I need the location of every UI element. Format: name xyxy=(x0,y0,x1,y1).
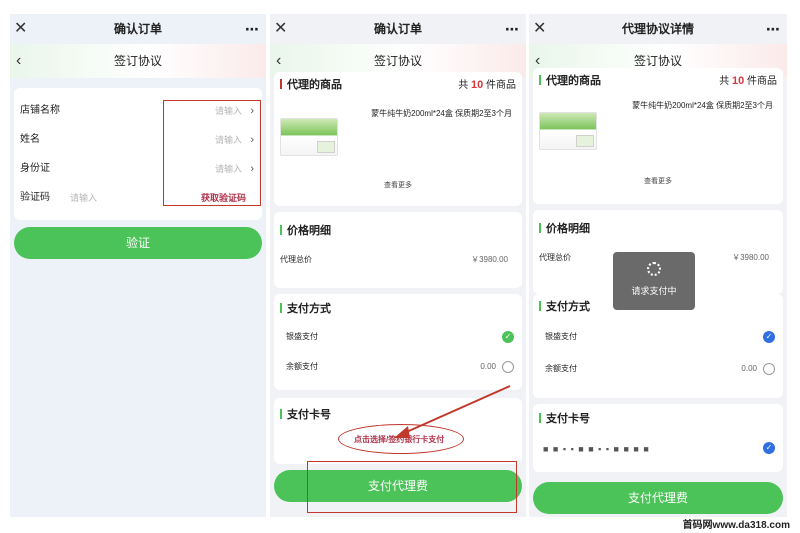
page-title: 确认订单 xyxy=(113,22,162,36)
sub-header: ‹ 签订协议 xyxy=(10,44,266,78)
watermark: 首码网www.da318.com xyxy=(682,520,790,531)
card-number-card: 支付卡号 ■ ■ ▪ ▪ ■ ■ ▪ ▪ ■ ■ ■ ■ ✓ xyxy=(533,404,783,472)
phone-screen-paying: ✕ 代理协议详情 ⋯ ‹ 签订协议 代理的商品 共 10 件商品 蒙牛纯牛奶20… xyxy=(529,14,787,517)
price-value: ￥3980.00 xyxy=(732,253,769,262)
sub-title: 签订协议 xyxy=(633,54,682,68)
title-bar: ✕ 确认订单 ⋯ xyxy=(10,14,266,44)
balance-amount: 0.00 xyxy=(741,364,757,373)
check-icon[interactable]: ✓ xyxy=(763,331,775,343)
see-more-link[interactable]: 查看更多 xyxy=(533,176,783,186)
product-count: 共 10 件商品 xyxy=(719,75,777,87)
product-card: 代理的商品 共 10 件商品 蒙牛纯牛奶200ml*24盒 保质期2至3个月 查… xyxy=(533,68,783,204)
verify-button[interactable]: 验证 xyxy=(14,227,262,259)
loading-toast: 请求支付中 xyxy=(613,252,695,310)
more-icon[interactable]: ⋯ xyxy=(766,14,781,44)
title-bar: ✕ 代理协议详情 ⋯ xyxy=(529,14,787,44)
pay-option-yinsheng[interactable]: 银盛支付 ✓ xyxy=(545,330,775,344)
count-number: 10 xyxy=(731,75,745,87)
price-section-title: 价格明细 xyxy=(539,220,590,236)
field-label: 姓名 xyxy=(20,134,40,145)
spinner-icon xyxy=(647,262,661,276)
pay-option-label: 银盛支付 xyxy=(545,332,577,341)
product-section-title: 代理的商品 xyxy=(539,72,601,88)
close-icon[interactable]: ✕ xyxy=(14,14,27,44)
field-label: 验证码 xyxy=(20,192,50,203)
field-label: 身份证 xyxy=(20,163,50,174)
pay-agent-fee-button[interactable]: 支付代理费 xyxy=(533,482,783,514)
back-icon[interactable]: ‹ xyxy=(16,44,21,78)
field-placeholder[interactable]: 请输入 xyxy=(70,183,97,213)
masked-card-number: ■ ■ ▪ ▪ ■ ■ ▪ ▪ ■ ■ ■ ■ xyxy=(543,444,650,454)
annotation-box xyxy=(307,461,517,513)
payment-section-title: 支付方式 xyxy=(539,298,590,314)
card-section-title: 支付卡号 xyxy=(539,410,590,426)
page-title: 代理协议详情 xyxy=(621,22,694,36)
pay-option-balance[interactable]: 余额支付 0.00 xyxy=(545,362,775,376)
annotation-box xyxy=(163,100,261,206)
pay-option-label: 余额支付 xyxy=(545,364,577,373)
price-label: 代理总价 xyxy=(539,253,571,262)
more-icon[interactable]: ⋯ xyxy=(245,14,260,44)
phone-screen-payment: ✕ 确认订单 ⋯ ‹ 签订协议 代理的商品 共 10 件商品 蒙牛纯牛奶200m… xyxy=(270,14,526,517)
phone-screen-verify: ✕ 确认订单 ⋯ ‹ 签订协议 店铺名称 请输入 › 姓名 请输入 › 身份证 … xyxy=(10,14,266,517)
product-image xyxy=(539,112,597,150)
loading-text: 请求支付中 xyxy=(631,286,677,296)
annotation-arrow-icon xyxy=(394,385,511,438)
product-name: 蒙牛纯牛奶200ml*24盒 保质期2至3个月 xyxy=(632,101,773,110)
radio-unchecked-icon[interactable] xyxy=(763,363,775,375)
close-icon[interactable]: ✕ xyxy=(533,14,546,44)
check-icon[interactable]: ✓ xyxy=(763,442,775,454)
field-label: 店铺名称 xyxy=(20,105,60,116)
sub-title: 签订协议 xyxy=(113,54,162,68)
